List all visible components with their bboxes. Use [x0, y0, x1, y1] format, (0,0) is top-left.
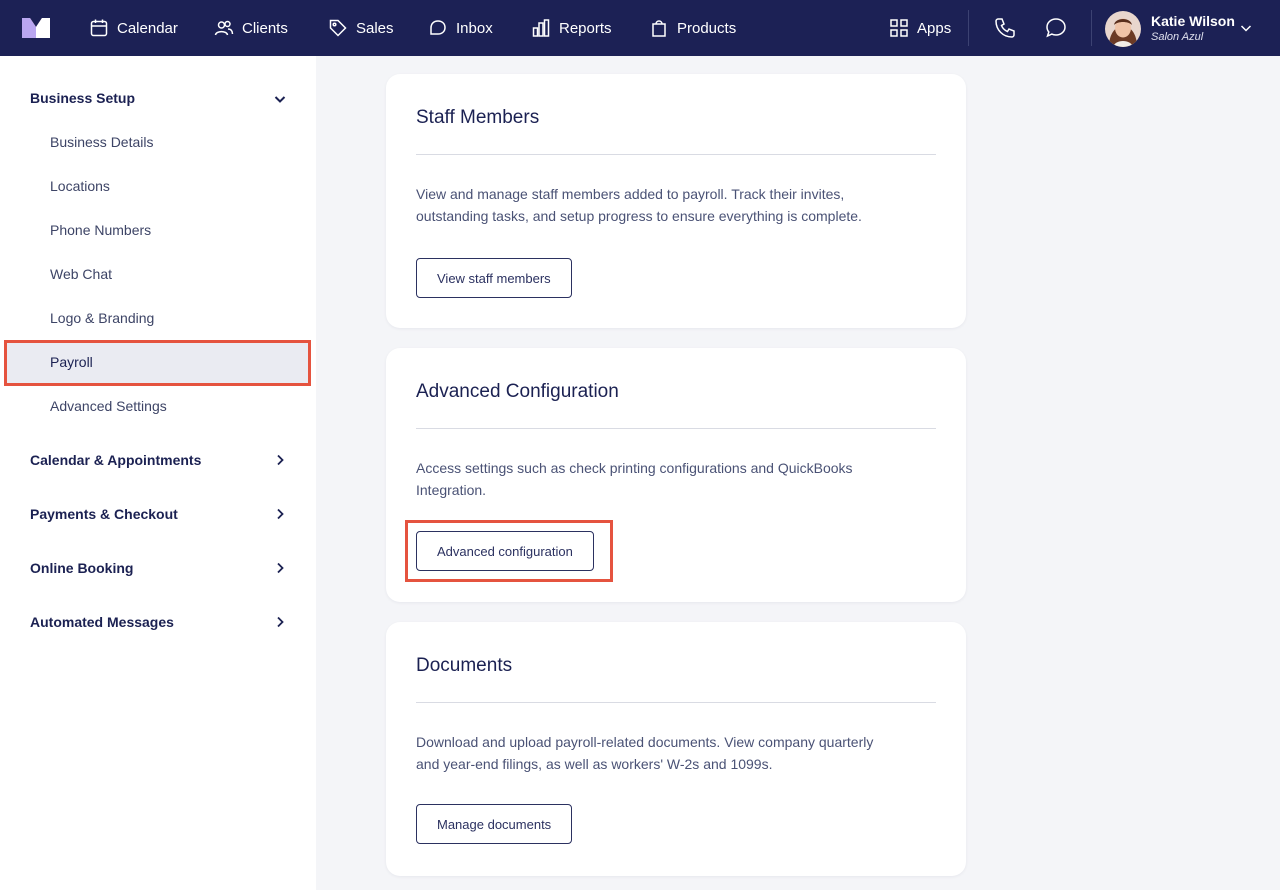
clients-icon	[214, 20, 234, 36]
nav-sales[interactable]: Sales	[328, 0, 394, 56]
chevron-right-icon[interactable]	[273, 453, 287, 467]
card-description: View and manage staff members added to p…	[416, 186, 862, 224]
card-divider	[416, 428, 936, 429]
sidebar-section-automated-messages[interactable]: Automated Messages	[30, 614, 174, 630]
sidebar-section-payments-checkout[interactable]: Payments & Checkout	[30, 506, 178, 522]
user-business: Salon Azul	[1151, 31, 1204, 43]
card-title: Staff Members	[416, 107, 540, 128]
card-description: Access settings such as check printing c…	[416, 460, 853, 498]
apps-grid-icon	[890, 19, 908, 37]
card-staff-members: Staff Members View and manage staff memb…	[386, 74, 966, 328]
nav-products[interactable]: Products	[649, 0, 736, 56]
nav-apps[interactable]: Apps	[889, 0, 951, 56]
nav-divider	[968, 10, 969, 46]
phone-icon[interactable]	[993, 16, 1017, 40]
card-description: Download and upload payroll-related docu…	[416, 734, 874, 772]
nav-label: Sales	[356, 19, 394, 37]
sidebar-section-business-setup[interactable]: Business Setup	[30, 90, 135, 106]
sidebar-item-advanced-settings[interactable]: Advanced Settings	[50, 398, 167, 414]
nav-label: Inbox	[456, 19, 493, 37]
user-name[interactable]: Katie Wilson	[1151, 13, 1235, 29]
highlight-advanced-configuration	[405, 520, 613, 582]
nav-label: Calendar	[117, 19, 178, 37]
nav-label: Clients	[242, 19, 288, 37]
nav-calendar[interactable]: Calendar	[89, 0, 178, 56]
highlight-payroll	[4, 340, 311, 386]
nav-divider	[1091, 10, 1092, 46]
user-avatar[interactable]	[1105, 11, 1141, 47]
top-nav: Calendar Clients Sales Inbox Reports Pro…	[0, 0, 1280, 56]
sidebar-item-business-details[interactable]: Business Details	[50, 134, 154, 150]
card-divider	[416, 702, 936, 703]
nav-label: Apps	[917, 19, 952, 37]
nav-label: Reports	[559, 19, 612, 37]
sidebar-item-locations[interactable]: Locations	[50, 178, 110, 194]
nav-reports[interactable]: Reports	[531, 0, 612, 56]
tag-icon	[329, 19, 347, 37]
card-title: Advanced Configuration	[416, 381, 619, 402]
card-title: Documents	[416, 655, 513, 676]
nav-inbox[interactable]: Inbox	[428, 0, 493, 56]
brand-logo[interactable]	[22, 18, 50, 38]
calendar-icon	[90, 19, 108, 37]
card-documents: Documents Download and upload payroll-re…	[386, 622, 966, 876]
sidebar-item-logo-branding[interactable]: Logo & Branding	[50, 310, 154, 326]
chevron-right-icon[interactable]	[273, 507, 287, 521]
sidebar-section-calendar-appointments[interactable]: Calendar & Appointments	[30, 452, 201, 468]
view-staff-members-button[interactable]: View staff members	[416, 258, 572, 298]
nav-clients[interactable]: Clients	[214, 0, 288, 56]
chevron-right-icon[interactable]	[273, 615, 287, 629]
inbox-icon	[430, 20, 446, 35]
sidebar-item-web-chat[interactable]: Web Chat	[50, 266, 112, 282]
chevron-right-icon[interactable]	[273, 561, 287, 575]
bag-icon	[652, 20, 666, 37]
manage-documents-button[interactable]: Manage documents	[416, 804, 573, 844]
chevron-down-icon[interactable]	[1239, 21, 1253, 35]
settings-sidebar: Business Setup Business Details Location…	[0, 56, 316, 890]
chat-icon[interactable]	[1044, 16, 1068, 40]
bar-chart-icon	[532, 19, 550, 37]
card-divider	[416, 154, 936, 155]
nav-label: Products	[677, 19, 737, 37]
chevron-down-icon[interactable]	[273, 92, 287, 106]
sidebar-section-online-booking[interactable]: Online Booking	[30, 560, 133, 576]
sidebar-item-phone-numbers[interactable]: Phone Numbers	[50, 222, 151, 238]
